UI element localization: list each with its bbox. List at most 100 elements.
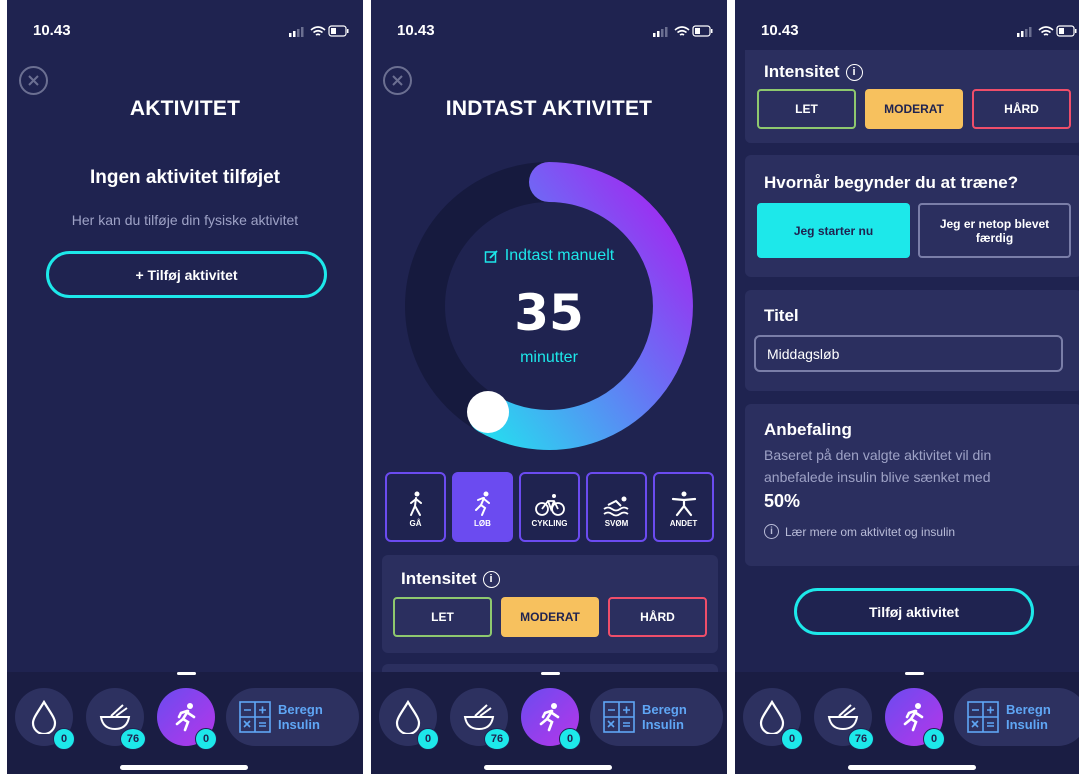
tab-food[interactable]: 76: [86, 688, 146, 750]
activity-bike-button[interactable]: CYKLING: [519, 472, 580, 542]
intensity-heading: Intensitet i: [401, 569, 500, 589]
add-activity-label: + Tilføj aktivitet: [135, 266, 238, 283]
info-icon: i: [764, 524, 779, 539]
intensity-moderat-button[interactable]: MODERAT: [865, 89, 963, 129]
bottom-tab-bar: 0 76 0 Beregn Insulin: [735, 672, 1079, 774]
intensity-moderat-label: MODERAT: [520, 610, 580, 624]
manual-entry-link[interactable]: Indtast manuelt: [371, 247, 727, 265]
tab-badge: 76: [120, 728, 146, 750]
title-input[interactable]: Middagsløb: [754, 335, 1063, 372]
home-indicator: [484, 765, 612, 770]
tab-activity[interactable]: 0: [521, 688, 581, 750]
empty-state-title: Ingen aktivitet tilføjet: [89, 167, 281, 188]
intensity-card-body: Intensitet i LET MODERAT HÅRD: [745, 50, 1079, 143]
calculate-insulin-button[interactable]: Beregn Insulin: [226, 688, 359, 746]
intensity-hard-button[interactable]: HÅRD: [972, 89, 1071, 129]
info-icon[interactable]: i: [482, 570, 500, 588]
close-icon: [392, 75, 403, 86]
tab-activity[interactable]: 0: [157, 688, 217, 750]
tab-insulin[interactable]: 0: [15, 688, 75, 750]
tab-badge: 0: [559, 728, 581, 750]
bottom-tab-bar: 0 76 0 Beregn Insulin: [7, 672, 363, 774]
start-now-button[interactable]: Jeg starter nu: [757, 203, 910, 258]
page-title: AKTIVITET: [129, 97, 241, 120]
tab-indicator: [177, 672, 196, 675]
activity-other-button[interactable]: ANDET: [653, 472, 714, 542]
status-icons: [289, 25, 349, 37]
bike-icon: [534, 494, 565, 516]
tab-food[interactable]: 76: [814, 688, 874, 750]
screen-enter-activity-scrolled: Intensitet i LET MODERAT HÅRD 10.43 Inte…: [735, 0, 1079, 774]
calculate-insulin-button[interactable]: Beregn Insulin: [590, 688, 723, 746]
dial-handle: [467, 391, 509, 433]
status-bar: 10.43: [735, 0, 1079, 50]
tab-indicator: [541, 672, 560, 675]
beregn-label: Beregn: [1006, 702, 1051, 717]
add-activity-label: Tilføj aktivitet: [869, 603, 959, 620]
empty-state-description: Her kan du tilføje din fysiske aktivitet: [71, 212, 299, 228]
recommendation-percent: 50%: [764, 491, 801, 511]
add-activity-button[interactable]: Tilføj aktivitet: [794, 588, 1034, 635]
drop-icon: [395, 700, 421, 734]
activity-label: GÅ: [409, 519, 422, 528]
intensity-moderat-button[interactable]: MODERAT: [501, 597, 599, 637]
screen-activity-empty: 10.43 AKTIVITET Ingen aktivitet tilføjet…: [7, 0, 363, 774]
status-time: 10.43: [397, 22, 435, 39]
recommendation-label: Anbefaling: [764, 420, 852, 439]
learn-more-link[interactable]: i Lær mere om aktivitet og insulin: [764, 524, 955, 539]
intensity-heading: Intensitet i: [764, 62, 863, 82]
just-finished-button[interactable]: Jeg er netop blevet færdig: [918, 203, 1071, 258]
close-icon: [28, 75, 39, 86]
intensity-moderat-label: MODERAT: [884, 102, 944, 116]
intensity-let-label: LET: [431, 610, 454, 624]
home-indicator: [120, 765, 248, 770]
intensity-hard-label: HÅRD: [1004, 102, 1039, 116]
start-question: Hvornår begynder du at træne?: [764, 173, 1019, 192]
tab-badge: 0: [195, 728, 217, 750]
drop-icon: [31, 700, 57, 734]
runner-icon: [539, 703, 560, 732]
intensity-hard-button[interactable]: HÅRD: [608, 597, 707, 637]
manual-entry-label: Indtast manuelt: [504, 247, 615, 264]
activity-walk-button[interactable]: GÅ: [385, 472, 446, 542]
insulin-label: Insulin: [278, 717, 320, 732]
intensity-let-button[interactable]: LET: [393, 597, 492, 637]
tab-insulin[interactable]: 0: [743, 688, 803, 750]
tab-indicator: [905, 672, 924, 675]
title-label: Titel: [764, 306, 799, 325]
info-icon[interactable]: i: [845, 63, 863, 81]
drop-icon: [759, 700, 785, 734]
screen-enter-activity: 10.43 INDTAST AKTIVITET Indtast manuelt …: [371, 0, 727, 774]
runner-icon: [903, 703, 924, 732]
calculator-icon: [239, 701, 271, 733]
activity-label: CYKLING: [531, 519, 568, 528]
insulin-label: Insulin: [642, 717, 684, 732]
tab-food[interactable]: 76: [450, 688, 510, 750]
start-now-label: Jeg starter nu: [793, 223, 874, 238]
activity-run-button[interactable]: LØB: [452, 472, 513, 542]
activity-swim-button[interactable]: SVØM: [586, 472, 647, 542]
tab-badge: 0: [53, 728, 75, 750]
close-button[interactable]: [19, 66, 48, 95]
add-activity-button[interactable]: + Tilføj aktivitet: [46, 251, 327, 298]
intensity-let-button[interactable]: LET: [757, 89, 856, 129]
tab-badge: 0: [417, 728, 439, 750]
tab-activity[interactable]: 0: [885, 688, 945, 750]
title-input-value: Middagsløb: [767, 345, 840, 362]
home-indicator: [848, 765, 976, 770]
tab-insulin[interactable]: 0: [379, 688, 439, 750]
tab-badge: 0: [923, 728, 945, 750]
insulin-label: Insulin: [1006, 717, 1048, 732]
status-icons: [653, 25, 713, 37]
duration-value: 35: [514, 284, 584, 342]
activity-label: LØB: [474, 519, 491, 528]
close-button[interactable]: [383, 66, 412, 95]
intensity-card: Intensitet i LET MODERAT HÅRD: [382, 555, 718, 653]
duration-unit: minutter: [520, 349, 578, 366]
intensity-title: Intensitet: [401, 569, 477, 588]
calculator-icon: [967, 701, 999, 733]
calculator-icon: [603, 701, 635, 733]
tab-badge: 0: [781, 728, 803, 750]
just-finished-label: Jeg er netop blevet færdig: [939, 216, 1050, 245]
calculate-insulin-button[interactable]: Beregn Insulin: [954, 688, 1079, 746]
